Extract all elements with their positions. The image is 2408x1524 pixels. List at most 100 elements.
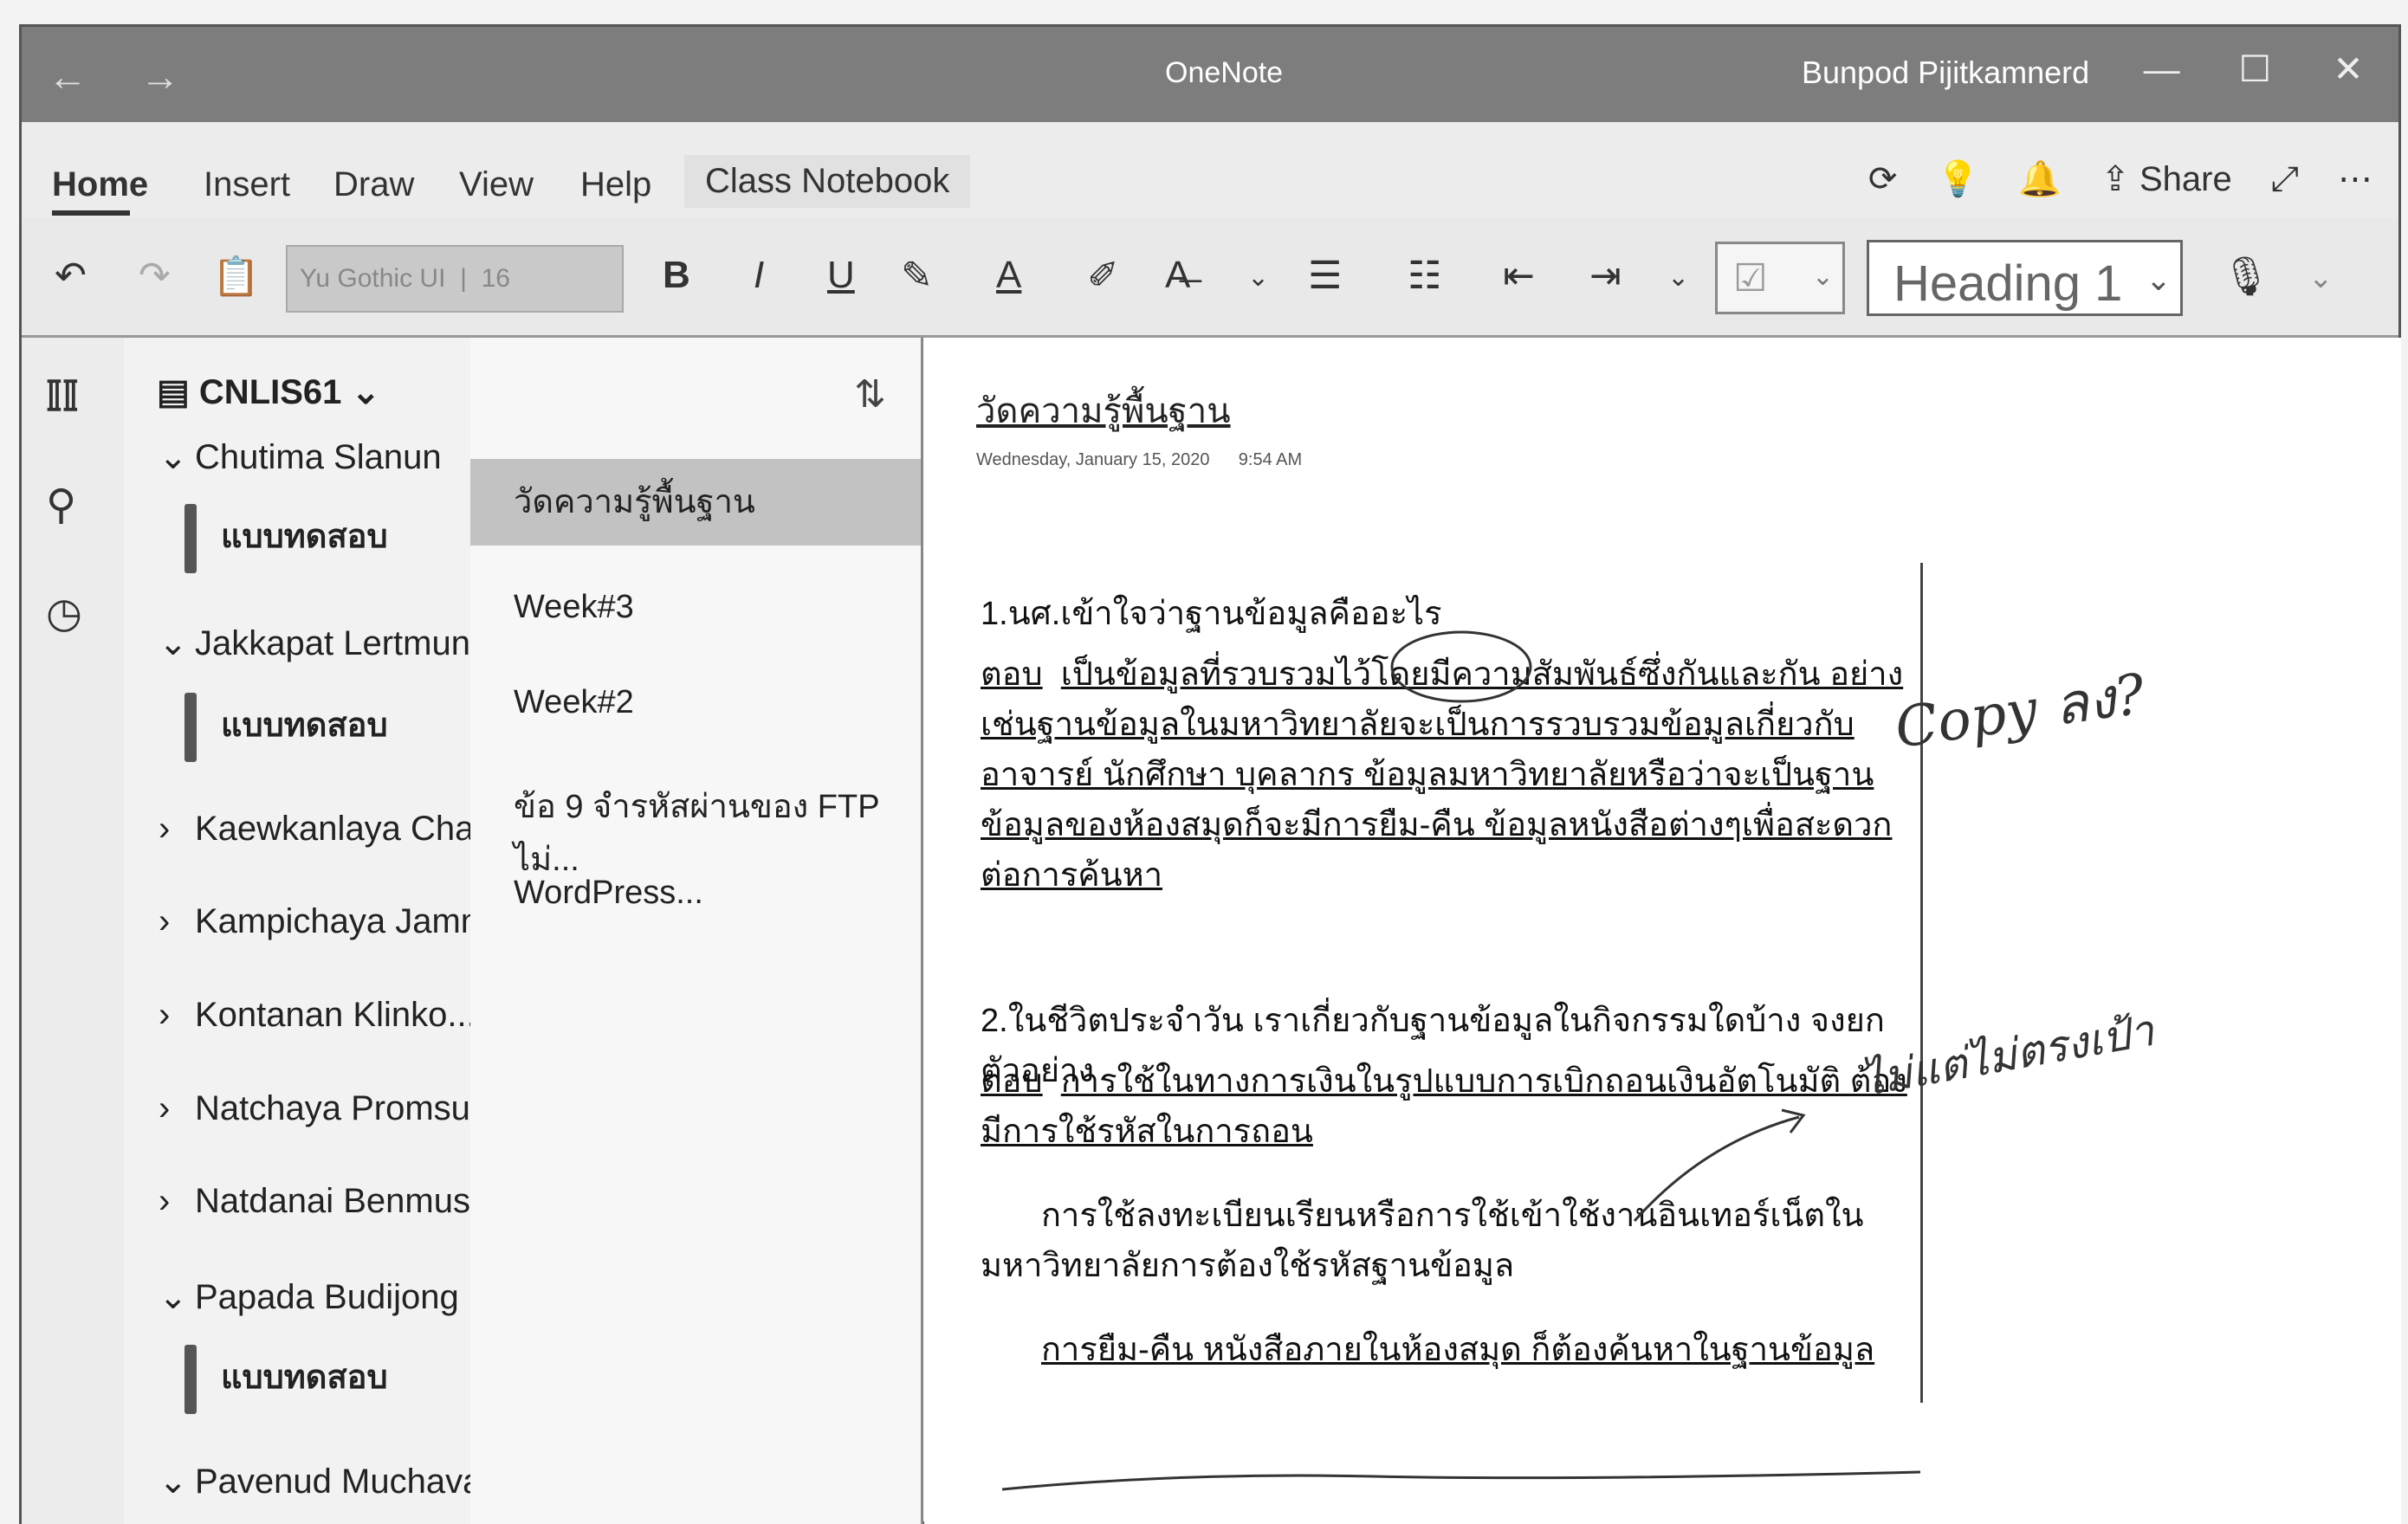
section-color-bar — [184, 1345, 197, 1414]
font-size: 16 — [481, 264, 510, 293]
section-subitem[interactable]: แบบทดสอบ — [184, 693, 388, 762]
recent-icon[interactable]: ◷ — [46, 589, 82, 637]
page-list: ⇅ วัดความรู้พื้นฐาน Week#3 Week#2 ข้อ 9 … — [470, 338, 923, 1524]
expand-icon[interactable]: ⤢ — [2271, 160, 2299, 198]
section-label: แบบทดสอบ — [221, 707, 388, 745]
dictate-icon[interactable]: 🎙 — [2222, 254, 2270, 299]
chevron-right-icon: › — [159, 996, 171, 1034]
collapse-ribbon-icon[interactable]: ⌄ — [2308, 261, 2334, 295]
section-item[interactable]: › Natchaya Promsu... — [159, 1089, 499, 1128]
notebook-selector[interactable]: ▤ CNLIS61 ⌄ — [157, 372, 380, 412]
bell-icon[interactable]: 🔔 — [2018, 160, 2062, 198]
ribbon-right-tools: ⟳ 💡 🔔 ⇪ Share ⤢ ⋯ — [1839, 158, 2372, 199]
list-more-chevron-icon[interactable]: ⌄ — [1667, 262, 1689, 293]
user-name[interactable]: Bunpod Pijitkamnerd — [1802, 55, 2089, 91]
chevron-down-icon: ⌄ — [159, 1463, 188, 1501]
section-label: Kontanan Klinko... — [195, 996, 476, 1034]
section-item[interactable]: ⌄ Papada Budijong — [159, 1277, 459, 1317]
indent-icon[interactable]: ⇥ — [1589, 254, 1622, 298]
title-bar: ← → OneNote Bunpod Pijitkamnerd — ☐ ✕ — [22, 27, 2398, 122]
ink-underline-stroke — [1001, 1470, 1921, 1491]
page-item[interactable]: Week#3 — [514, 589, 634, 626]
styles-icon[interactable]: A̶ — [1165, 254, 1190, 297]
outdent-icon[interactable]: ⇤ — [1503, 254, 1535, 298]
tab-draw[interactable]: Draw — [333, 165, 414, 204]
section-item[interactable]: › Kaewkanlaya Cha... — [159, 810, 503, 849]
style-chevron-icon: ⌄ — [2145, 262, 2172, 297]
maximize-button[interactable]: ☐ — [2213, 48, 2296, 90]
clipboard-icon[interactable]: 📋 — [212, 254, 260, 299]
chevron-down-icon: ⌄ — [159, 438, 188, 476]
section-item[interactable]: ⌄ Pavenud Muchava... — [159, 1462, 511, 1501]
tab-insert[interactable]: Insert — [204, 165, 290, 204]
bullet-list-icon[interactable]: ☰ — [1308, 254, 1342, 298]
page-item[interactable]: ข้อ 9 จำรหัสผ่านของ FTP ไม่... — [514, 779, 921, 885]
font-color-icon[interactable]: A — [996, 254, 1021, 297]
clear-format-icon[interactable]: ✐ — [1087, 254, 1119, 298]
style-selector[interactable]: Heading 1 ⌄ — [1867, 240, 2183, 316]
todo-tag-button[interactable]: ☑ ⌄ — [1715, 242, 1845, 314]
sort-icon[interactable]: ⇅ — [854, 372, 886, 417]
tag-chevron-icon: ⌄ — [1811, 262, 1834, 291]
italic-button[interactable]: I — [754, 254, 764, 297]
page-canvas[interactable]: วัดความรู้พื้นฐาน Wednesday, January 15,… — [924, 338, 2401, 1524]
tab-class-notebook[interactable]: Class Notebook — [684, 155, 971, 208]
ribbon-toolbar: ↶ ↷ 📋 Yu Gothic UI | 16 B I U ✎ A ✐ A̶ ⌄… — [22, 217, 2398, 338]
window-controls: — ☐ ✕ — [2120, 48, 2390, 90]
tab-view[interactable]: View — [459, 165, 534, 204]
font-selector[interactable]: Yu Gothic UI | 16 — [286, 245, 624, 313]
page-item-selected[interactable]: วัดความรู้พื้นฐาน — [470, 459, 921, 546]
sync-icon[interactable]: ⟳ — [1868, 160, 1898, 198]
section-label: Papada Budijong — [195, 1278, 459, 1316]
tab-home[interactable]: Home — [52, 165, 148, 204]
section-subitem[interactable]: แบบทดสอบ — [184, 504, 388, 573]
notebooks-icon[interactable]: 𝕀𝕀 — [46, 372, 79, 421]
chevron-right-icon: › — [159, 902, 171, 940]
section-item[interactable]: › Kontanan Klinko... — [159, 996, 476, 1035]
checkbox-icon: ☑ — [1733, 257, 1768, 300]
highlight-icon[interactable]: ✎ — [901, 254, 933, 298]
chevron-right-icon: › — [159, 1182, 171, 1220]
forward-icon[interactable]: → — [140, 54, 201, 99]
notebook-icon: ▤ — [157, 373, 190, 411]
section-label: Chutima Slanun — [195, 438, 442, 476]
undo-icon[interactable]: ↶ — [55, 254, 87, 298]
chevron-right-icon: › — [159, 810, 171, 848]
bold-button[interactable]: B — [663, 254, 690, 297]
ink-annotations — [1001, 630, 1921, 1491]
section-item[interactable]: › Natdanai Benmusa — [159, 1182, 489, 1221]
minimize-button[interactable]: — — [2120, 48, 2204, 90]
share-label: Share — [2139, 160, 2232, 198]
page-item[interactable]: WordPress... — [514, 875, 703, 912]
back-icon[interactable]: ← — [48, 54, 108, 99]
redo-icon[interactable]: ↷ — [139, 254, 171, 298]
style-value: Heading 1 — [1893, 255, 2123, 312]
nav-rail: 𝕀𝕀 ⚲ ◷ — [22, 338, 126, 1524]
section-label: Jakkapat Lertmun... — [195, 624, 500, 662]
ink-circle — [1390, 630, 1532, 703]
notebook-name: CNLIS61 — [198, 373, 342, 411]
page-item[interactable]: Week#2 — [514, 684, 634, 721]
numbered-list-icon[interactable]: ☷ — [1408, 254, 1441, 298]
section-item[interactable]: › Kampichaya Jamn... — [159, 902, 508, 941]
active-tab-underline — [52, 210, 130, 216]
share-button[interactable]: ⇪ Share — [2101, 160, 2231, 198]
section-label: Natdanai Benmusa — [195, 1182, 490, 1220]
search-icon[interactable]: ⚲ — [46, 481, 76, 529]
section-item[interactable]: ⌄ Chutima Slanun — [159, 437, 442, 477]
section-color-bar — [184, 693, 197, 762]
chevron-down-icon: ⌄ — [159, 624, 188, 662]
section-subitem[interactable]: แบบทดสอบ — [184, 1345, 388, 1414]
underline-button[interactable]: U — [827, 254, 855, 297]
lightbulb-icon[interactable]: 💡 — [1936, 160, 1979, 198]
more-icon[interactable]: ⋯ — [2338, 160, 2372, 198]
font-name: Yu Gothic UI — [300, 264, 446, 293]
ribbon-tabs: Home Insert Draw View Help Class Noteboo… — [22, 122, 2398, 217]
app-title: OneNote — [1165, 56, 1284, 89]
close-button[interactable]: ✕ — [2307, 48, 2390, 90]
chevron-down-icon: ⌄ — [159, 1278, 188, 1316]
more-format-chevron-icon[interactable]: ⌄ — [1247, 262, 1269, 293]
section-item[interactable]: ⌄ Jakkapat Lertmun... — [159, 623, 499, 663]
section-label: Kampichaya Jamn... — [195, 902, 509, 940]
tab-help[interactable]: Help — [580, 165, 651, 204]
